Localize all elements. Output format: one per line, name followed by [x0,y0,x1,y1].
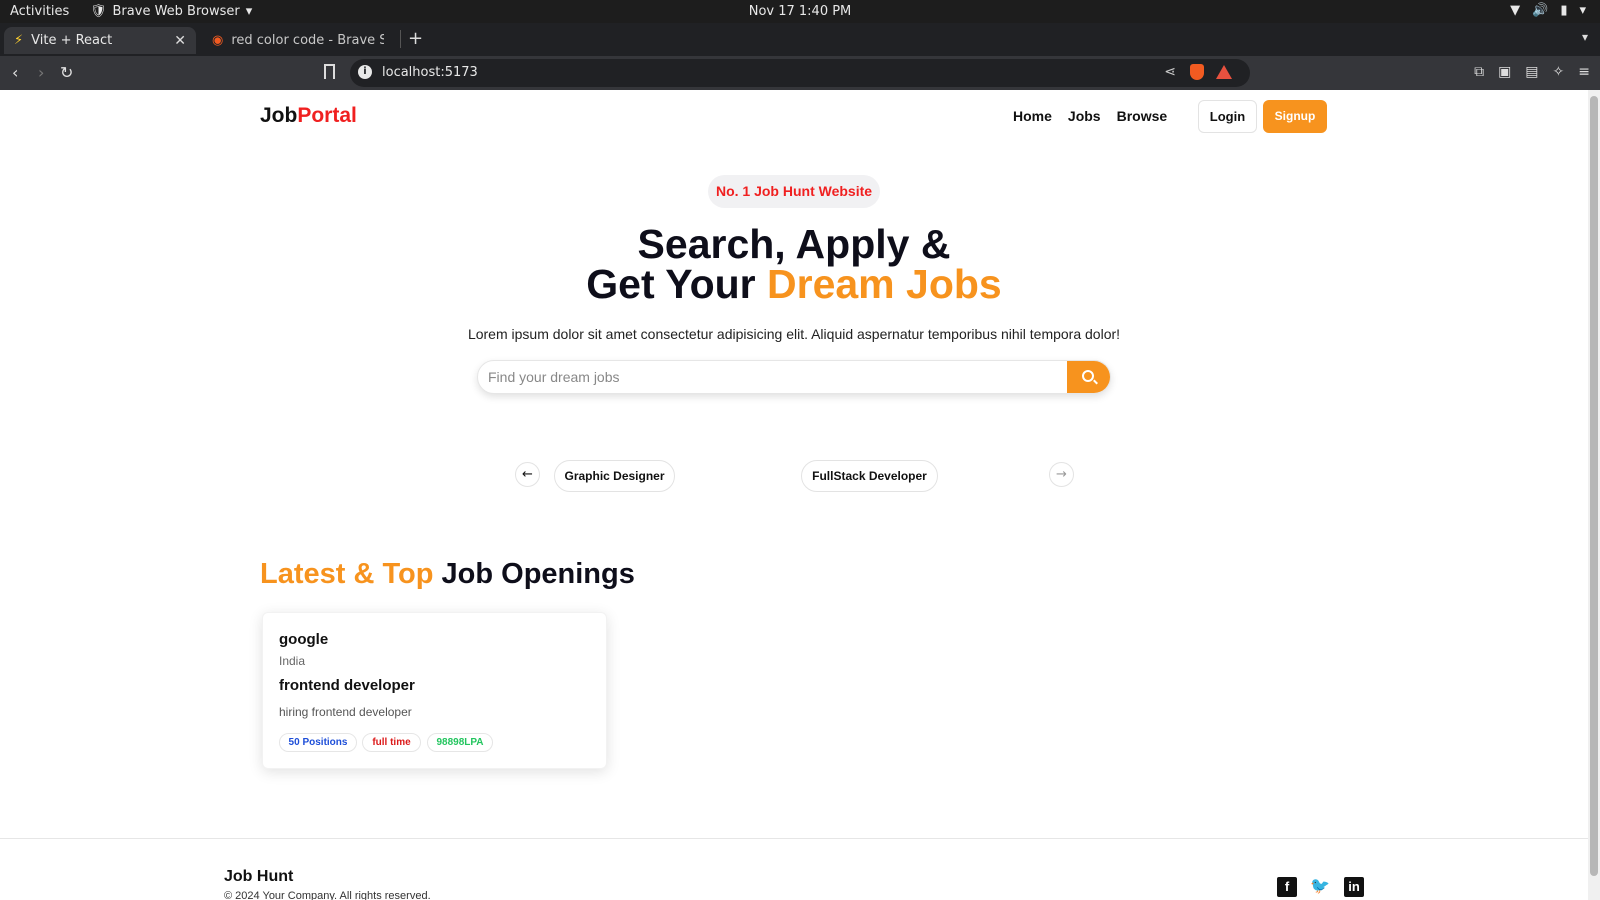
carousel-prev-button[interactable]: ← [515,462,540,487]
hero-title-line1: Search, Apply & [637,221,951,267]
volume-icon: 🔊 [1532,3,1549,18]
extensions-icon[interactable]: ⧉ [1474,64,1484,80]
latest-jobs-title: Latest & Top Job Openings [260,558,635,591]
tab-brave-search[interactable]: ◉ red color code - Brave Search [202,27,394,54]
main-nav: Home Jobs Browse [1013,108,1167,124]
scrollbar-thumb[interactable] [1590,96,1598,876]
footer-divider [0,838,1588,839]
hero-title-main: Get Your [586,261,768,307]
brave-shields-icon[interactable] [1190,64,1204,80]
app-name: Brave Web Browser [112,4,240,19]
close-icon[interactable]: ✕ [174,33,186,49]
logo-accent: Portal [297,104,357,127]
browser-toolbar: ‹ › ↻ i localhost:5173 ⋖ ⧉ ▣ ▤ ✧ ≡ [0,56,1600,90]
tab-title: red color code - Brave Search [231,33,384,48]
tab-vite-react[interactable]: ⚡ Vite + React ✕ [4,27,196,54]
chevron-down-icon: ▾ [1579,3,1586,18]
brave-search-icon: ◉ [212,33,224,48]
wallet-icon[interactable]: ▤ [1525,64,1538,80]
nav-browse[interactable]: Browse [1117,108,1168,124]
footer-copyright: © 2024 Your Company. All rights reserved… [224,890,431,900]
tab-strip: ⚡ Vite + React ✕ ◉ red color code - Brav… [0,23,1600,56]
title-accent: Latest & Top [260,558,434,590]
back-button[interactable]: ‹ [12,63,18,82]
hero-title-accent: Dream Jobs [767,261,1002,307]
twitter-icon[interactable]: 🐦 [1310,877,1330,897]
job-company: google [279,631,329,648]
title-main: Job Openings [433,558,635,590]
logo-main: Job [260,104,298,127]
vite-icon: ⚡ [14,33,24,48]
hero-subtitle: Lorem ipsum dolor sit amet consectetur a… [467,326,1121,342]
positions-badge: 50 Positions [279,733,357,752]
tab-search-button[interactable]: ▾ [1582,30,1588,44]
nav-jobs[interactable]: Jobs [1068,108,1101,124]
os-top-bar: Activities 🛡 Brave Web Browser ▾ Nov 17 … [0,0,1600,23]
new-tab-button[interactable]: + [408,28,423,49]
job-description: hiring frontend developer [279,705,412,719]
signup-button[interactable]: Signup [1263,100,1327,133]
search-input[interactable] [488,361,1058,393]
facebook-icon[interactable]: f [1277,877,1297,897]
brave-rewards-icon[interactable] [1216,65,1232,79]
search-icon-handle [1093,379,1098,385]
login-button[interactable]: Login [1198,100,1257,133]
tab-divider [400,30,401,48]
carousel-next-button[interactable]: → [1049,462,1074,487]
category-chip[interactable]: FullStack Developer [801,460,938,492]
forward-button[interactable]: › [38,63,44,82]
salary-badge: 98898LPA [427,733,493,752]
sidebar-icon[interactable]: ▣ [1498,64,1511,80]
category-chip[interactable]: Graphic Designer [554,460,675,492]
clock[interactable]: Nov 17 1:40 PM [749,4,852,19]
job-type-badge: full time [362,733,421,752]
job-title: frontend developer [279,677,415,694]
system-tray[interactable]: ▼ 🔊 ▮ ▾ [1510,3,1586,18]
wifi-icon: ▼ [1510,3,1521,18]
hero-title-line2: Get Your Dream Jobs [0,262,1588,306]
tab-title: Vite + React [31,33,113,48]
url-text[interactable]: localhost:5173 [382,65,478,80]
menu-icon[interactable]: ≡ [1578,64,1590,80]
search-button[interactable] [1067,361,1110,393]
address-bar[interactable]: i localhost:5173 ⋖ [350,59,1250,87]
search-bar [477,360,1111,394]
site-info-icon[interactable]: i [358,65,372,79]
job-location: India [279,654,306,668]
reload-button[interactable]: ↻ [60,63,73,82]
logo[interactable]: JobPortal [260,104,357,128]
leo-ai-icon[interactable]: ✧ [1553,64,1565,80]
footer-title: Job Hunt [224,868,294,885]
share-icon[interactable]: ⋖ [1164,64,1176,80]
battery-icon: ▮ [1560,3,1568,18]
hero-badge: No. 1 Job Hunt Website [708,175,880,208]
activities-button[interactable]: Activities [10,4,69,19]
nav-home[interactable]: Home [1013,108,1052,124]
linkedin-icon[interactable]: in [1344,877,1364,897]
chevron-down-icon: ▾ [245,4,253,19]
brave-lion-icon: 🛡 [90,4,107,19]
page-viewport: JobPortal Home Jobs Browse Login Signup … [0,90,1588,900]
job-card[interactable]: google India frontend developer hiring f… [262,612,607,769]
page-scrollbar[interactable] [1588,90,1600,900]
bookmark-icon[interactable] [324,64,335,79]
app-menu[interactable]: 🛡 Brave Web Browser ▾ [90,4,252,19]
